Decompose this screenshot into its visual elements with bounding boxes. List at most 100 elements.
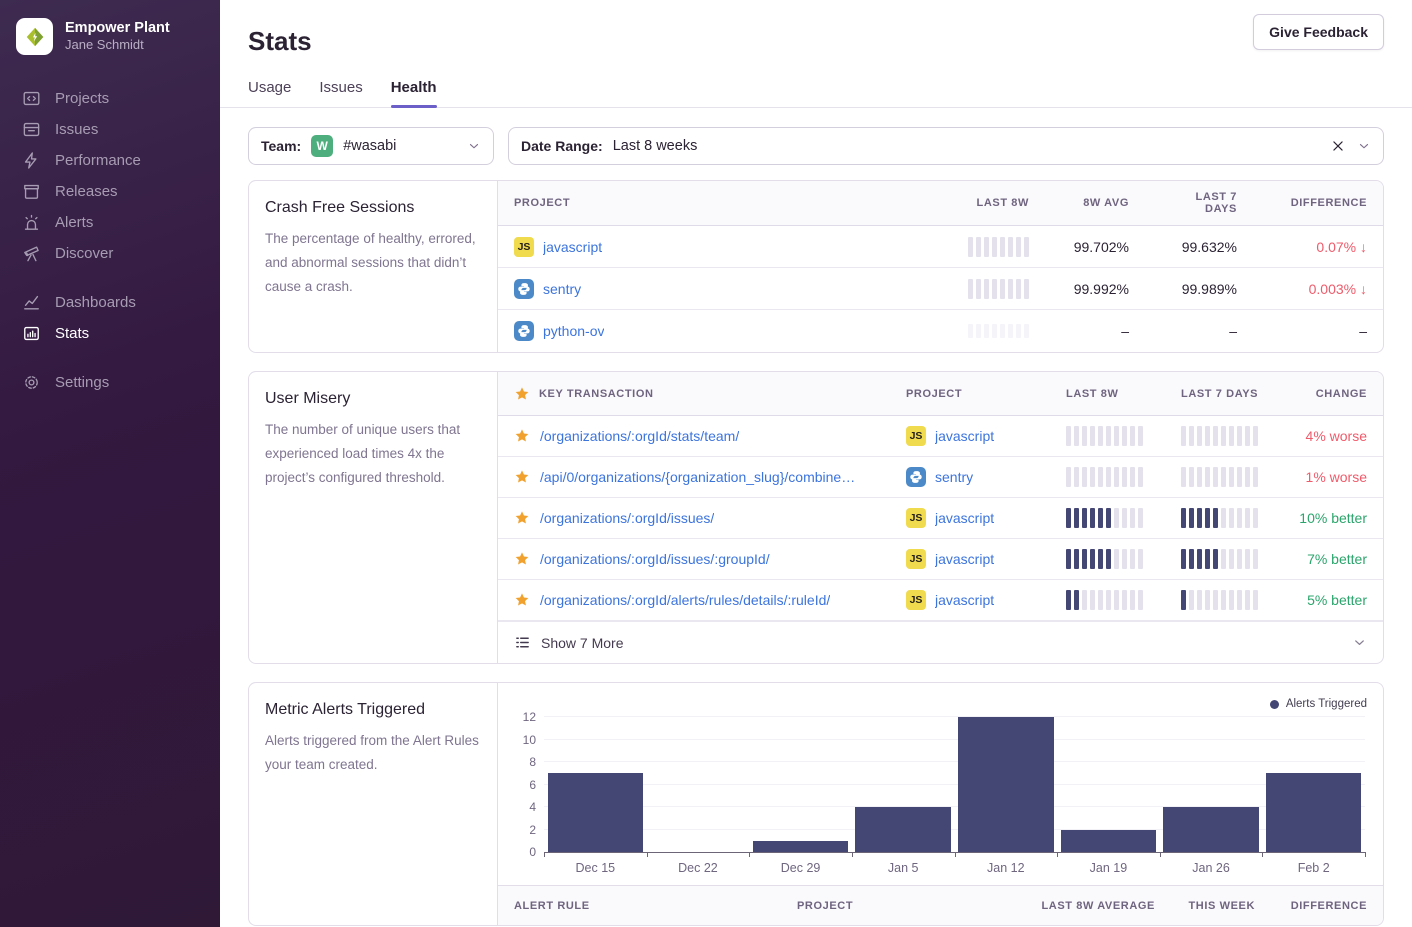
x-axis-label: Jan 12	[955, 861, 1058, 875]
python-platform-icon	[514, 321, 534, 341]
last-7d-sparkline	[1181, 467, 1267, 487]
team-select[interactable]: Team: W #wasabi	[248, 127, 494, 165]
x-axis-label: Dec 29	[749, 861, 852, 875]
panel-title: Crash Free Sessions	[265, 199, 481, 217]
chevron-down-icon[interactable]	[1352, 635, 1367, 650]
page-title: Stats	[248, 26, 1384, 57]
sidebar-item-settings[interactable]: Settings	[0, 367, 220, 398]
chart-bar[interactable]	[1163, 807, 1258, 852]
tab-usage[interactable]: Usage	[248, 79, 291, 107]
last-8w-sparkline	[1066, 549, 1149, 569]
last-7d-sparkline	[1181, 590, 1267, 610]
project-link[interactable]: javascript	[935, 510, 994, 526]
issues-icon	[22, 120, 41, 139]
stats-icon	[22, 324, 41, 343]
sidebar-item-stats[interactable]: Stats	[0, 318, 220, 349]
last-7d-sparkline	[1181, 508, 1267, 528]
key-transaction-star-icon[interactable]	[514, 592, 530, 608]
change-value: 7% better	[1283, 551, 1383, 567]
project-link[interactable]: sentry	[935, 469, 973, 485]
transaction-link[interactable]: /organizations/:orgId/alerts/rules/detai…	[540, 592, 830, 608]
chevron-down-icon[interactable]	[467, 139, 481, 153]
alert-rules-table-header: Alert Rule Project Last 8W Average This …	[498, 885, 1383, 925]
panel-description: The number of unique users that experien…	[265, 418, 481, 490]
sidebar-item-dashboards[interactable]: Dashboards	[0, 287, 220, 318]
last-8w-sparkline	[1066, 467, 1149, 487]
project-link[interactable]: javascript	[935, 428, 994, 444]
last-8w-sparkline	[1066, 426, 1149, 446]
sidebar: Empower Plant Jane Schmidt Projects Issu…	[0, 0, 220, 927]
sidebar-item-releases[interactable]: Releases	[0, 176, 220, 207]
metric-alerts-panel: Metric Alerts Triggered Alerts triggered…	[248, 682, 1384, 926]
crash-free-sessions-panel: Crash Free Sessions The percentage of he…	[248, 180, 1384, 353]
chart-bar[interactable]	[855, 807, 950, 852]
transaction-link[interactable]: /organizations/:orgId/stats/team/	[540, 428, 739, 444]
javascript-platform-icon: JS	[906, 590, 926, 610]
give-feedback-button[interactable]: Give Feedback	[1253, 14, 1384, 50]
transaction-link[interactable]: /api/0/organizations/{organization_slug}…	[540, 469, 855, 485]
chart-bar[interactable]	[958, 717, 1053, 852]
org-switcher[interactable]: Empower Plant Jane Schmidt	[0, 0, 220, 65]
sidebar-item-alerts[interactable]: Alerts	[0, 207, 220, 238]
chevron-down-icon[interactable]	[1357, 139, 1371, 153]
table-row: /organizations/:orgId/issues/:groupId/ J…	[498, 539, 1383, 580]
project-link[interactable]: python-ov	[543, 323, 604, 339]
project-link[interactable]: javascript	[543, 239, 602, 255]
chart-bar[interactable]	[1266, 773, 1361, 852]
transaction-link[interactable]: /organizations/:orgId/issues/:groupId/	[540, 551, 770, 567]
trend-sparkline	[951, 324, 1029, 338]
key-transaction-star-icon[interactable]	[514, 551, 530, 567]
javascript-platform-icon: JS	[906, 549, 926, 569]
chart-bar[interactable]	[1061, 830, 1156, 853]
panel-description: Alerts triggered from the Alert Rules yo…	[265, 729, 481, 777]
x-axis-label: Feb 2	[1262, 861, 1365, 875]
org-name: Empower Plant	[65, 19, 170, 37]
sidebar-item-discover[interactable]: Discover	[0, 238, 220, 269]
chart-legend[interactable]: Alerts Triggered	[514, 695, 1367, 713]
performance-icon	[22, 151, 41, 170]
date-range-select[interactable]: Date Range: Last 8 weeks	[508, 127, 1384, 165]
project-link[interactable]: javascript	[935, 592, 994, 608]
last-8w-sparkline	[1066, 590, 1149, 610]
tab-issues[interactable]: Issues	[319, 79, 362, 107]
sidebar-item-performance[interactable]: Performance	[0, 145, 220, 176]
table-row: /api/0/organizations/{organization_slug}…	[498, 457, 1383, 498]
tab-bar: Usage Issues Health	[220, 79, 1412, 108]
key-transaction-star-icon[interactable]	[514, 469, 530, 485]
table-header: Project Last 8W 8W Avg Last 7 Days Diffe…	[498, 181, 1383, 226]
empower-plant-logo	[24, 26, 46, 48]
chart-bar[interactable]	[548, 773, 643, 852]
team-value: #wasabi	[343, 138, 396, 154]
change-value: 5% better	[1283, 592, 1383, 608]
panel-title: Metric Alerts Triggered	[265, 701, 481, 719]
table-row: /organizations/:orgId/stats/team/ JSjava…	[498, 416, 1383, 457]
panel-description: The percentage of healthy, errored, and …	[265, 227, 481, 299]
clear-icon[interactable]	[1331, 139, 1345, 153]
team-avatar: W	[311, 135, 333, 157]
show-more-button[interactable]: Show 7 More	[498, 621, 1383, 663]
transaction-link[interactable]: /organizations/:orgId/issues/	[540, 510, 714, 526]
project-link[interactable]: javascript	[935, 551, 994, 567]
chart-x-axis: Dec 15Dec 22Dec 29Jan 5Jan 12Jan 19Jan 2…	[544, 861, 1365, 875]
tab-health[interactable]: Health	[391, 79, 437, 107]
sidebar-item-projects[interactable]: Projects	[0, 83, 220, 114]
project-link[interactable]: sentry	[543, 281, 581, 297]
date-range-value: Last 8 weeks	[613, 138, 698, 154]
python-platform-icon	[514, 279, 534, 299]
dashboards-icon	[22, 293, 41, 312]
key-transaction-star-icon[interactable]	[514, 428, 530, 444]
difference-value: 0.07% ↓	[1253, 239, 1383, 255]
change-value: 1% worse	[1283, 469, 1383, 485]
x-axis-label: Jan 19	[1057, 861, 1160, 875]
last-8w-sparkline	[1066, 508, 1149, 528]
table-row: python-ov – – –	[498, 310, 1383, 352]
sidebar-item-issues[interactable]: Issues	[0, 114, 220, 145]
chart-bar[interactable]	[753, 841, 848, 852]
difference-value: 0.003% ↓	[1253, 281, 1383, 297]
x-axis-label: Dec 15	[544, 861, 647, 875]
table-row: JSjavascript 99.702% 99.632% 0.07% ↓	[498, 226, 1383, 268]
key-transaction-star-icon[interactable]	[514, 510, 530, 526]
alerts-triggered-chart: Alerts Triggered 024681012 Dec 15Dec 22D…	[498, 683, 1383, 875]
javascript-platform-icon: JS	[514, 237, 534, 257]
table-row: /organizations/:orgId/alerts/rules/detai…	[498, 580, 1383, 621]
